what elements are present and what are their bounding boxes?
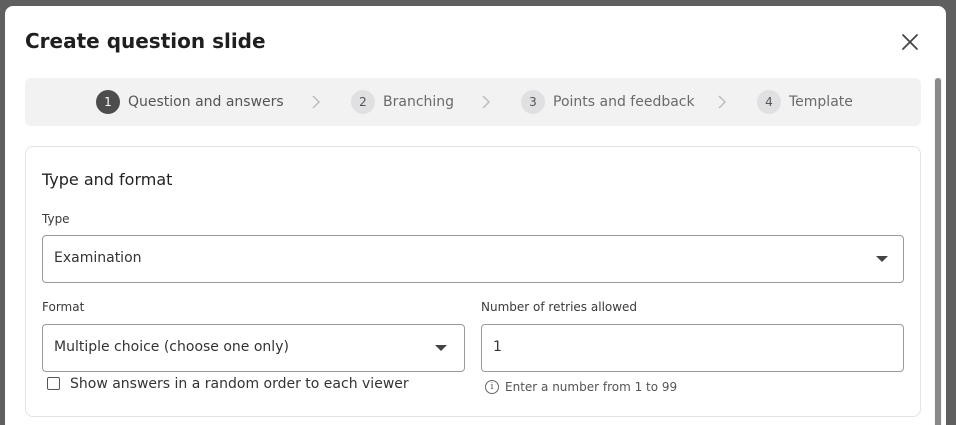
- step-template[interactable]: 4 Template: [757, 90, 853, 114]
- scrollbar[interactable]: [934, 78, 942, 425]
- chevron-right-icon: [482, 95, 491, 109]
- info-icon: i: [485, 380, 499, 394]
- chevron-down-icon: [435, 345, 447, 351]
- step-branching[interactable]: 2 Branching: [351, 90, 454, 114]
- type-and-format-card: Type and format Type Examination Format …: [25, 146, 921, 417]
- format-select[interactable]: Multiple choice (choose one only): [42, 324, 465, 372]
- step-points-and-feedback[interactable]: 3 Points and feedback: [521, 90, 695, 114]
- type-label: Type: [42, 212, 70, 226]
- retries-input[interactable]: 1: [481, 324, 904, 372]
- type-select-value: Examination: [54, 250, 142, 266]
- retries-label: Number of retries allowed: [481, 300, 638, 314]
- random-order-checkbox[interactable]: [47, 377, 60, 390]
- format-label: Format: [42, 300, 85, 314]
- step-label: Template: [789, 94, 853, 110]
- step-label: Branching: [383, 94, 455, 110]
- chevron-right-icon: [312, 95, 321, 109]
- type-select[interactable]: Examination: [42, 235, 904, 283]
- retries-input-value: 1: [493, 339, 502, 355]
- chevron-right-icon: [718, 95, 727, 109]
- step-question-and-answers[interactable]: 1 Question and answers: [96, 90, 284, 114]
- step-number: 2: [351, 90, 375, 114]
- step-number: 3: [521, 90, 545, 114]
- scrollbar-thumb[interactable]: [935, 78, 941, 425]
- close-icon: [902, 34, 918, 50]
- dialog-title: Create question slide: [25, 29, 266, 53]
- retries-hint: i Enter a number from 1 to 99: [485, 380, 677, 394]
- random-order-label[interactable]: Show answers in a random order to each v…: [70, 376, 409, 392]
- section-title: Type and format: [42, 170, 173, 189]
- step-label: Points and feedback: [553, 94, 695, 110]
- create-question-dialog: Create question slide 1 Question and ans…: [5, 6, 946, 425]
- step-number: 1: [96, 90, 120, 114]
- step-number: 4: [757, 90, 781, 114]
- retries-hint-text: Enter a number from 1 to 99: [505, 380, 678, 394]
- step-label: Question and answers: [128, 94, 284, 110]
- format-select-value: Multiple choice (choose one only): [54, 339, 289, 355]
- chevron-down-icon: [876, 256, 888, 262]
- close-button[interactable]: [898, 30, 922, 54]
- stepper: 1 Question and answers 2 Branching 3 Poi…: [25, 78, 921, 126]
